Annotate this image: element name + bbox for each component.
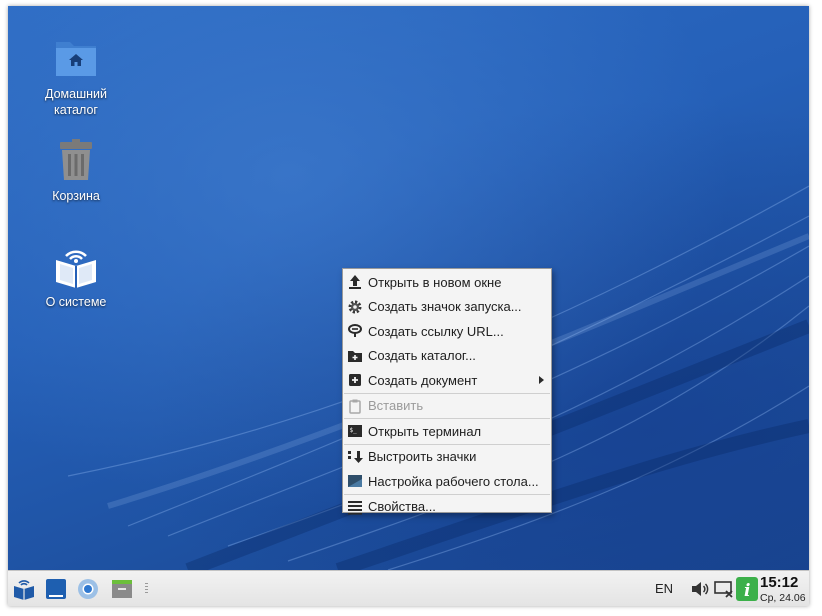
menu-item-properties[interactable]: Свойства... — [343, 495, 551, 520]
svg-text:$_: $_ — [350, 427, 358, 434]
clock-date[interactable]: Ср, 24.06 — [760, 592, 806, 604]
desktop-background[interactable]: Домашний каталог Корзина О системе Откры… — [8, 6, 809, 570]
desktop-settings-icon — [348, 475, 362, 487]
arrange-icon — [348, 450, 363, 463]
menu-item-label: Создать каталог... — [368, 348, 476, 364]
new-folder-icon — [348, 350, 362, 362]
trash-icon — [52, 136, 100, 184]
about-system-icon — [52, 242, 100, 290]
panel-drag-handle[interactable] — [145, 583, 148, 595]
menu-item-create-url-link[interactable]: Создать ссылку URL... — [343, 319, 551, 344]
gear-icon — [348, 300, 362, 313]
menu-item-label: Создать документ — [368, 372, 478, 388]
clock-time[interactable]: 15:12 — [760, 574, 798, 591]
menu-item-label: Свойства... — [368, 499, 436, 515]
menu-item-label: Открыть в новом окне — [368, 274, 502, 290]
clipboard-icon — [349, 399, 361, 414]
terminal-icon: $_ — [348, 425, 362, 437]
show-desktop-icon[interactable] — [44, 577, 68, 601]
desktop-icon-home[interactable]: Домашний каталог — [36, 34, 116, 118]
start-menu-icon[interactable] — [12, 577, 36, 601]
desktop-icon-label: Корзина — [52, 189, 100, 203]
browser-icon[interactable] — [76, 577, 100, 601]
upload-arrow-icon — [349, 275, 361, 289]
menu-item-open-new-window[interactable]: Открыть в новом окне — [343, 270, 551, 295]
properties-icon — [348, 500, 362, 515]
menu-item-create-launcher[interactable]: Создать значок запуска... — [343, 295, 551, 320]
desktop-icon-trash[interactable]: Корзина — [36, 136, 116, 204]
menu-item-desktop-settings[interactable]: Настройка рабочего стола... — [343, 469, 551, 494]
new-document-icon — [349, 374, 361, 386]
desktop-context-menu: Открыть в новом окне Создать значок запу… — [342, 268, 552, 514]
menu-item-arrange-icons[interactable]: Выстроить значки — [343, 445, 551, 470]
menu-item-label: Создать значок запуска... — [368, 299, 522, 315]
info-icon[interactable]: i — [735, 576, 759, 601]
menu-item-label: Выстроить значки — [368, 449, 477, 465]
screen: Домашний каталог Корзина О системе Откры… — [8, 6, 809, 606]
menu-item-label: Открыть терминал — [368, 423, 482, 439]
home-folder-icon — [52, 34, 100, 82]
menu-item-label: Создать ссылку URL... — [368, 323, 504, 339]
menu-item-create-folder[interactable]: Создать каталог... — [343, 344, 551, 369]
menu-item-paste: Вставить — [343, 394, 551, 419]
taskbar: EN i 15:12 Ср, 24.06 — [8, 570, 809, 606]
desktop-icon-label: Домашний каталог — [45, 87, 107, 117]
file-manager-icon[interactable] — [110, 577, 134, 601]
menu-item-label: Настройка рабочего стола... — [368, 473, 539, 489]
menu-item-open-terminal[interactable]: $_ Открыть терминал — [343, 419, 551, 444]
link-icon — [348, 324, 362, 337]
desktop-icon-about[interactable]: О системе — [36, 242, 116, 310]
desktop-icon-label: О системе — [45, 295, 107, 309]
menu-item-create-document[interactable]: Создать документ — [343, 368, 551, 393]
svg-text:i: i — [744, 581, 750, 601]
menu-item-label: Вставить — [368, 398, 424, 414]
keyboard-layout-indicator[interactable]: EN — [655, 581, 673, 596]
submenu-arrow-icon — [539, 376, 544, 384]
volume-icon[interactable] — [688, 577, 712, 601]
network-icon[interactable] — [712, 577, 736, 601]
